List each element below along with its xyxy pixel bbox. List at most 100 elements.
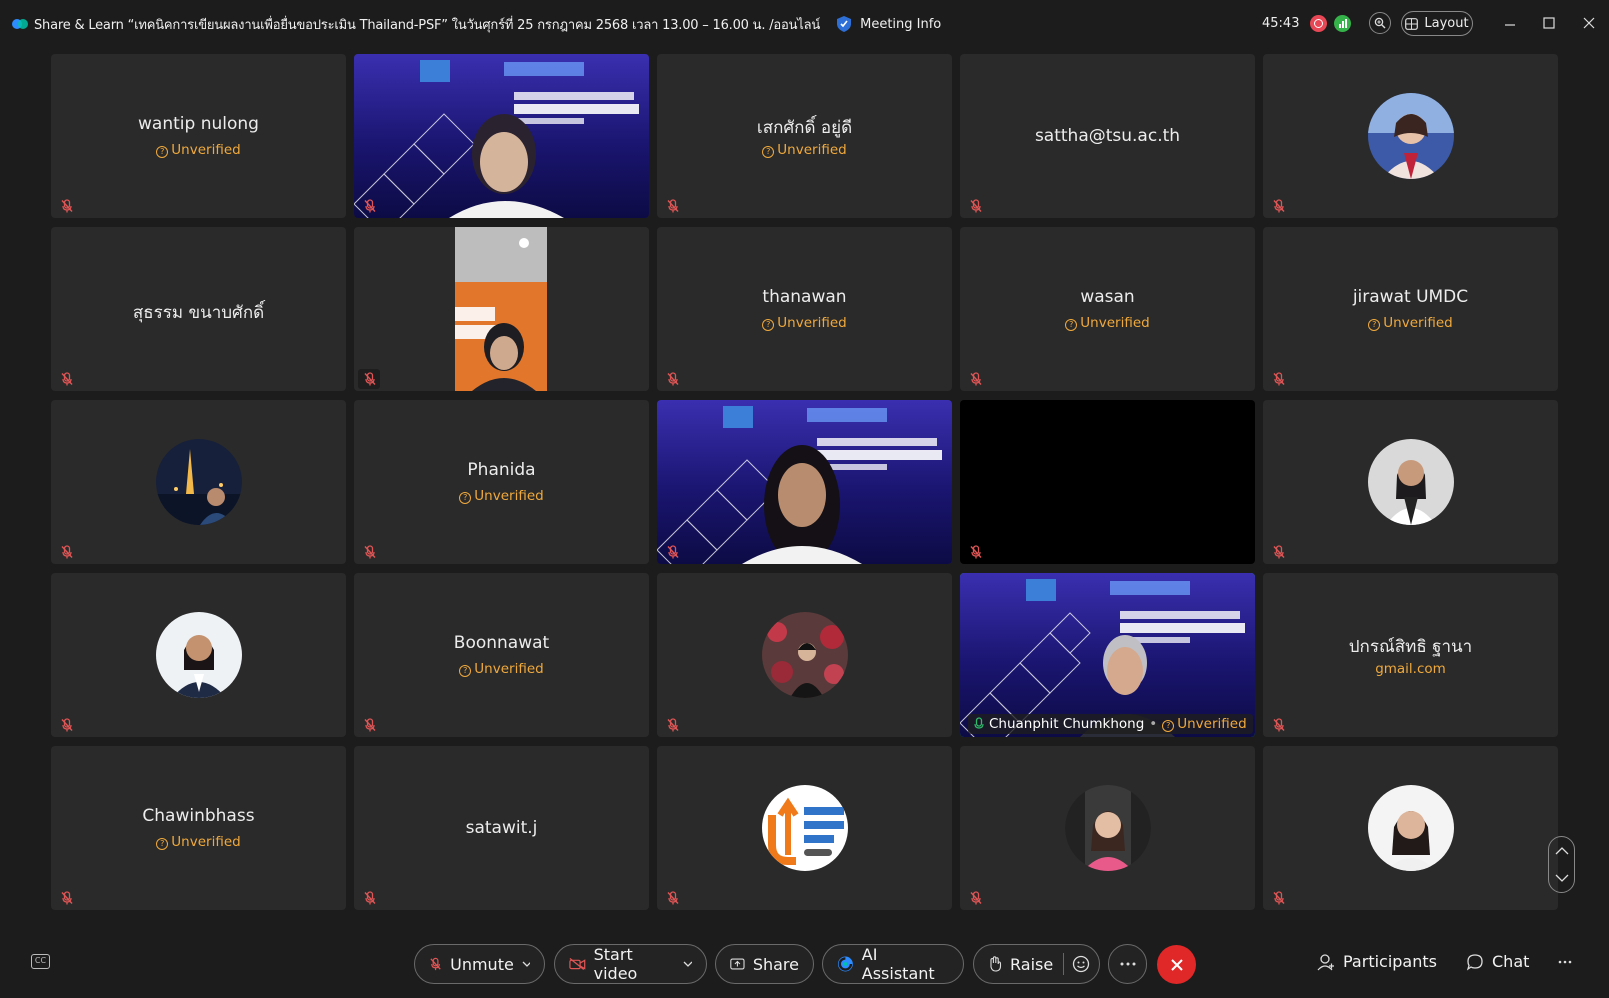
mic-muted-icon [666, 199, 680, 213]
participant-tile-boonnawat[interactable]: Boonnawat ? Unverified [354, 573, 649, 737]
participant-tile-suthum[interactable]: สุธรรม ขนาบศักดิ์ [51, 227, 346, 391]
avatar [1367, 93, 1454, 179]
verification-status: ? Unverified [354, 488, 649, 504]
participant-tile-video-1[interactable] [354, 54, 649, 218]
mic-muted-icon [666, 372, 680, 386]
title-bar: Share & Learn “เทคนิคการเขียนผลงานเพื่อย… [0, 0, 1609, 48]
avatar [761, 785, 848, 871]
participant-tile-avatar-5[interactable] [657, 573, 952, 737]
closed-captions-button[interactable]: CC [31, 954, 50, 969]
layout-icon [1405, 17, 1419, 30]
raise-label: Raise [1010, 954, 1054, 974]
unverified-icon: ? [459, 665, 472, 677]
end-call-button[interactable] [1157, 945, 1196, 984]
participant-name: เสกศักดิ์ อยู่ดี [756, 118, 853, 138]
chat-icon [1466, 953, 1483, 971]
unmute-button[interactable]: Unmute [414, 944, 545, 984]
chat-button[interactable]: Chat [1466, 952, 1529, 971]
participant-video [354, 227, 649, 391]
participant-tile-blank[interactable] [960, 400, 1255, 564]
meeting-info-label: Meeting Info [860, 16, 942, 32]
participant-tile-wantip[interactable]: wantip nulong ? Unverified [51, 54, 346, 218]
toolbar-more-button[interactable] [1558, 960, 1572, 964]
verification-status: ? Unverified [657, 142, 952, 158]
share-button[interactable]: Share [715, 944, 814, 984]
more-options-button[interactable] [1108, 944, 1147, 984]
video-off-icon [569, 957, 586, 971]
meeting-info-button[interactable]: Meeting Info [836, 15, 941, 33]
unmute-label: Unmute [450, 954, 514, 974]
participant-tile-chawin[interactable]: Chawinbhass ? Unverified [51, 746, 346, 910]
mic-muted-icon [1272, 545, 1286, 559]
scroll-down-icon[interactable] [1555, 874, 1569, 883]
start-video-button[interactable]: Start video [554, 944, 707, 984]
zoom-icon[interactable] [1369, 12, 1391, 34]
participants-button[interactable]: Participants [1317, 952, 1437, 971]
mic-muted-icon [666, 891, 680, 905]
unverified-icon: ? [1065, 319, 1078, 331]
participant-tile-sek[interactable]: เสกศักดิ์ อยู่ดี ? Unverified [657, 54, 952, 218]
network-icon[interactable] [1334, 15, 1351, 32]
scroll-up-icon[interactable] [1555, 846, 1569, 855]
participant-tile-logo-avatar[interactable] [657, 746, 952, 910]
more-icon [1558, 960, 1572, 964]
start-video-label: Start video [593, 945, 638, 983]
verification-status: ? Unverified [960, 315, 1255, 331]
hand-icon [990, 956, 1002, 972]
participant-tile-wasan[interactable]: wasan ? Unverified [960, 227, 1255, 391]
participant-tile-avatar-1[interactable] [1263, 54, 1558, 218]
participant-video [354, 54, 649, 218]
participant-name: sattha@tsu.ac.th [1034, 126, 1181, 146]
avatar [155, 439, 242, 525]
grid-scroll-control[interactable] [1548, 836, 1575, 893]
participant-tile-jirawat[interactable]: jirawat UMDC ? Unverified [1263, 227, 1558, 391]
participant-tile-avatar-4[interactable] [51, 573, 346, 737]
mic-muted-icon [429, 955, 442, 973]
participant-tile-avatar-3[interactable] [1263, 400, 1558, 564]
participant-tile-avatar-6[interactable] [960, 746, 1255, 910]
participant-name: Chawinbhass [142, 806, 255, 826]
mic-muted-icon [363, 718, 377, 732]
participant-tile-active-speaker[interactable]: Chuanphit Chumkhong • ? Unverified [960, 573, 1255, 737]
reaction-icon[interactable] [1072, 955, 1090, 973]
participant-name: ปกรณ์สิทธิ ฐานา [1348, 637, 1473, 657]
ai-assistant-button[interactable]: AI Assistant [822, 944, 964, 984]
participant-tile-satawit[interactable]: satawit.j [354, 746, 649, 910]
participant-tile-video-2[interactable] [354, 227, 649, 391]
participants-icon [1317, 953, 1334, 970]
verification-status: ? Unverified [1263, 315, 1558, 331]
mic-muted-icon [60, 199, 74, 213]
chevron-down-icon[interactable] [683, 961, 692, 967]
mic-muted-icon [1272, 891, 1286, 905]
participant-tile-avatar-7[interactable] [1263, 746, 1558, 910]
verification-status: ? Unverified [51, 834, 346, 850]
participant-name: thanawan [762, 287, 847, 307]
participant-tile-thanawan[interactable]: thanawan ? Unverified [657, 227, 952, 391]
minimize-icon[interactable] [1499, 12, 1521, 34]
mic-muted-icon [969, 891, 983, 905]
participant-name: jirawat UMDC [1352, 287, 1469, 307]
participant-tile-avatar-2[interactable] [51, 400, 346, 564]
participant-name: wantip nulong [138, 114, 259, 134]
chevron-down-icon[interactable] [522, 961, 530, 967]
participant-tile-porn[interactable]: ปกรณ์สิทธิ ฐานา gmail.com [1263, 573, 1558, 737]
participant-tile-video-3[interactable] [657, 400, 952, 564]
layout-button[interactable]: Layout [1401, 11, 1473, 36]
verification-status: ? Unverified [657, 315, 952, 331]
unverified-icon: ? [1162, 720, 1175, 732]
mic-muted-icon [363, 372, 377, 386]
organization-logo [761, 785, 848, 871]
verification-status: ? Unverified [354, 661, 649, 677]
mic-muted-icon [1272, 199, 1286, 213]
mic-muted-icon [363, 891, 377, 905]
close-icon[interactable] [1578, 12, 1600, 34]
maximize-icon[interactable] [1538, 12, 1560, 34]
separator-dot: • [1149, 716, 1158, 732]
recording-icon[interactable] [1310, 15, 1327, 32]
mic-muted-icon [1272, 718, 1286, 732]
participant-tile-phanida[interactable]: Phanida ? Unverified [354, 400, 649, 564]
mic-muted-icon [666, 545, 680, 559]
divider [1063, 953, 1065, 975]
participant-tile-sattha[interactable]: sattha@tsu.ac.th [960, 54, 1255, 218]
raise-hand-button[interactable]: Raise [973, 944, 1100, 984]
